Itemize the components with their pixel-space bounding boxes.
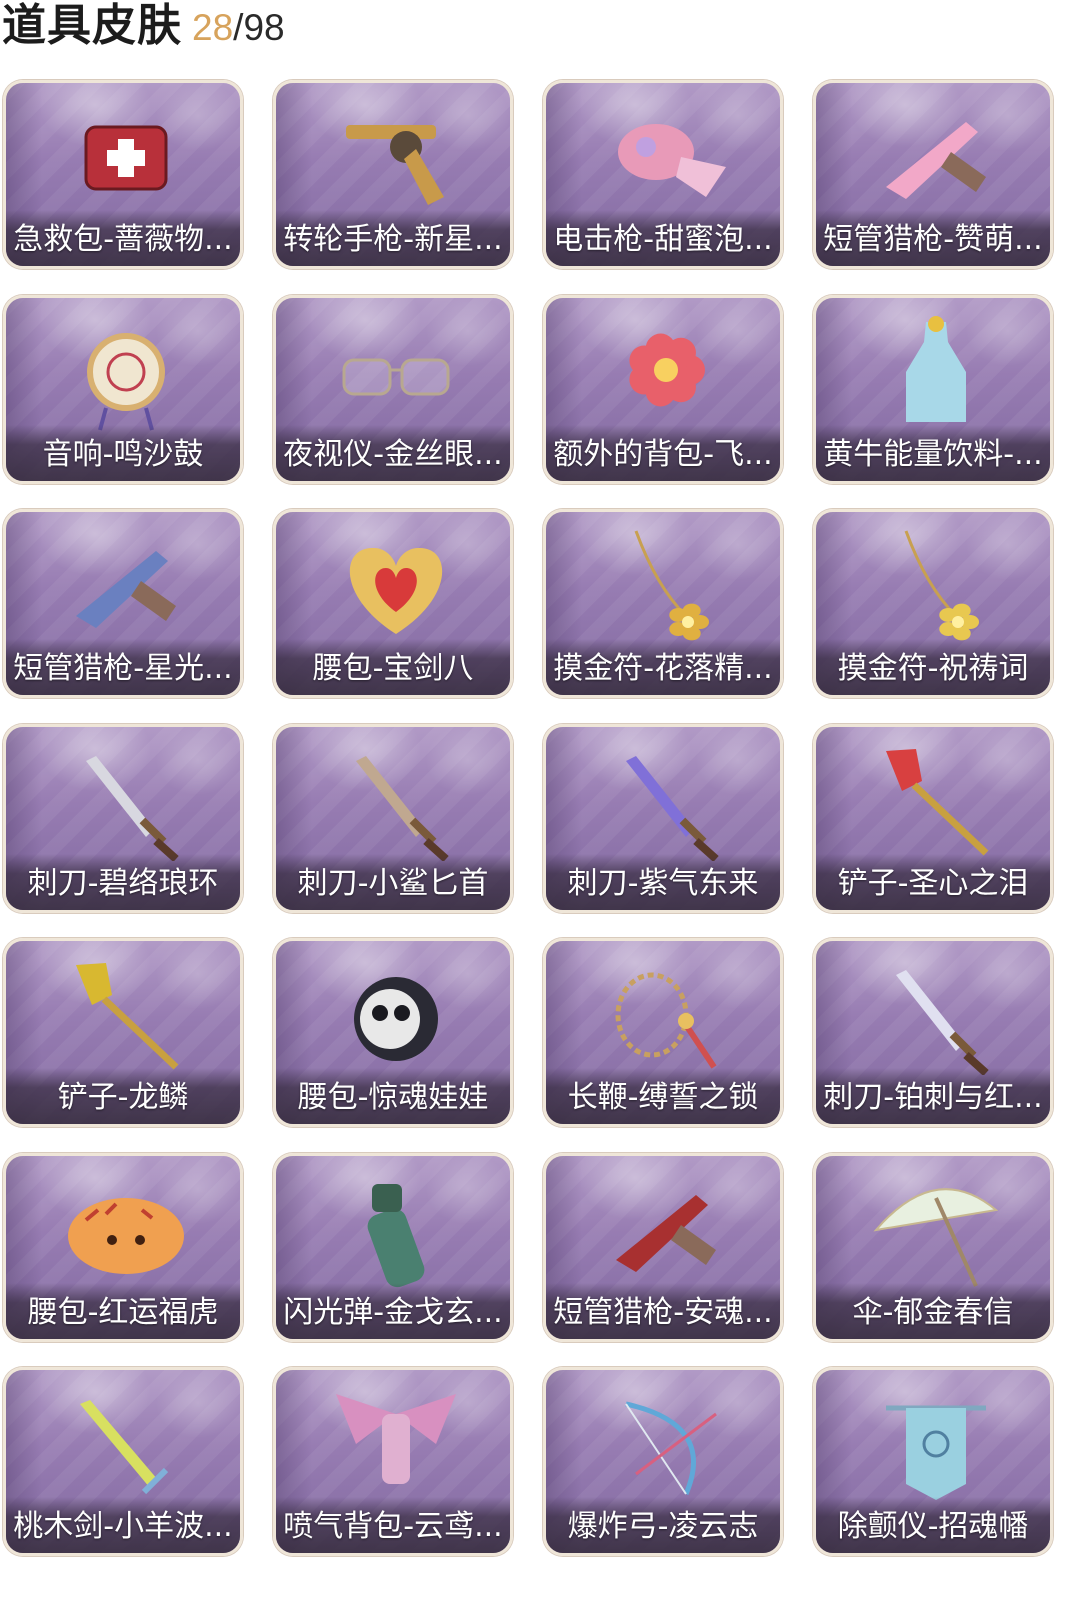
count-separator: / [233,7,244,48]
skin-name: 短管猎枪-安魂... [553,1295,773,1330]
skin-name: 夜视仪-金丝眼... [283,437,503,472]
skin-card[interactable]: 腰包-红运福虎 [3,1153,243,1342]
skin-name: 铲子-龙鳞 [57,1080,189,1115]
skin-name: 爆炸弓-凌云志 [567,1509,759,1544]
first-aid-kit-icon [46,97,206,217]
skin-name: 刺刀-紫气东来 [567,866,759,901]
total-count: 98 [243,7,285,48]
dagger-icon [46,741,206,861]
stun-gun-icon [586,97,746,217]
skin-name: 音响-鸣沙鼓 [42,437,204,472]
skin-name: 伞-郁金春信 [852,1295,1014,1330]
skin-name: 铲子-圣心之泪 [837,866,1029,901]
skin-card[interactable]: 腰包-宝剑八 [273,509,513,698]
skin-name: 桃木剑-小羊波... [13,1509,233,1544]
skin-card[interactable]: 刺刀-铂刺与红... [813,938,1053,1127]
bow-icon [586,1384,746,1504]
skin-card[interactable]: 铲子-龙鳞 [3,938,243,1127]
skin-name: 腰包-红运福虎 [27,1295,219,1330]
skin-card[interactable]: 桃木剑-小羊波... [3,1367,243,1556]
skin-card[interactable]: 额外的背包-飞... [543,295,783,484]
revolver-icon [316,97,476,217]
collection-count: 28/98 [192,2,285,54]
skin-name: 急救包-蔷薇物... [13,222,233,257]
skin-card[interactable]: 短管猎枪-赞萌... [813,80,1053,269]
skin-card[interactable]: 摸金符-祝祷词 [813,509,1053,698]
skin-name: 短管猎枪-赞萌... [823,222,1043,257]
skin-card[interactable]: 伞-郁金春信 [813,1153,1053,1342]
sword-icon [46,1384,206,1504]
dagger-icon [316,741,476,861]
amulet-icon [856,526,1016,646]
skin-name: 电击枪-甜蜜泡... [553,222,773,257]
skull-pouch-icon [316,955,476,1075]
amulet-icon [586,526,746,646]
skin-card[interactable]: 急救包-蔷薇物... [3,80,243,269]
skin-name: 腰包-宝剑八 [312,651,474,686]
shotgun-icon [586,1170,746,1290]
skin-name: 转轮手枪-新星... [283,222,503,257]
skin-card[interactable]: 腰包-惊魂娃娃 [273,938,513,1127]
banner-icon [856,1384,1016,1504]
skin-name: 腰包-惊魂娃娃 [297,1080,489,1115]
skin-card[interactable]: 喷气背包-云鸢... [273,1367,513,1556]
jetpack-icon [316,1384,476,1504]
skin-card[interactable]: 摸金符-花落精... [543,509,783,698]
skin-grid: 急救包-蔷薇物... 转轮手枪-新星... 电击枪-甜蜜泡... 短管猎枪-赞萌...… [0,80,1080,1595]
skin-name: 摸金符-祝祷词 [837,651,1029,686]
dagger-icon [856,955,1016,1075]
skin-name: 刺刀-小鲨匕首 [297,866,489,901]
skin-name: 短管猎枪-星光... [13,651,233,686]
skin-card[interactable]: 长鞭-缚誓之锁 [543,938,783,1127]
skin-card[interactable]: 刺刀-碧络琅环 [3,724,243,913]
umbrella-icon [856,1170,1016,1290]
owned-count: 28 [192,7,234,48]
skin-card[interactable]: 短管猎枪-星光... [3,509,243,698]
skin-name: 额外的背包-飞... [553,437,773,472]
skin-name: 黄牛能量饮料-... [823,437,1043,472]
skin-name: 刺刀-碧络琅环 [27,866,219,901]
flower-backpack-icon [586,312,746,432]
glasses-icon [316,312,476,432]
skin-card[interactable]: 铲子-圣心之泪 [813,724,1053,913]
skin-card[interactable]: 刺刀-紫气东来 [543,724,783,913]
skin-card[interactable]: 转轮手枪-新星... [273,80,513,269]
shovel-icon [856,741,1016,861]
skin-name: 喷气背包-云鸢... [283,1509,503,1544]
skin-card[interactable]: 除颤仪-招魂幡 [813,1367,1053,1556]
skin-name: 长鞭-缚誓之锁 [567,1080,759,1115]
skin-card[interactable]: 短管猎枪-安魂... [543,1153,783,1342]
heart-pouch-icon [316,526,476,646]
shotgun-icon [856,97,1016,217]
whip-icon [586,955,746,1075]
energy-drink-icon [856,312,1016,432]
skin-name: 除颤仪-招魂幡 [837,1509,1029,1544]
grenade-icon [316,1170,476,1290]
skin-card[interactable]: 爆炸弓-凌云志 [543,1367,783,1556]
skin-card[interactable]: 闪光弹-金戈玄... [273,1153,513,1342]
dagger-icon [586,741,746,861]
page-title: 道具皮肤 [2,0,182,51]
tiger-pouch-icon [46,1170,206,1290]
page-header: 道具皮肤 28/98 [2,0,285,52]
skin-card[interactable]: 夜视仪-金丝眼... [273,295,513,484]
skin-card[interactable]: 黄牛能量饮料-... [813,295,1053,484]
skin-card[interactable]: 刺刀-小鲨匕首 [273,724,513,913]
skin-name: 摸金符-花落精... [553,651,773,686]
shovel-icon [46,955,206,1075]
skin-card[interactable]: 音响-鸣沙鼓 [3,295,243,484]
shotgun-icon [46,526,206,646]
skin-name: 刺刀-铂刺与红... [823,1080,1043,1115]
drum-icon [46,312,206,432]
skin-card[interactable]: 电击枪-甜蜜泡... [543,80,783,269]
skin-name: 闪光弹-金戈玄... [283,1295,503,1330]
